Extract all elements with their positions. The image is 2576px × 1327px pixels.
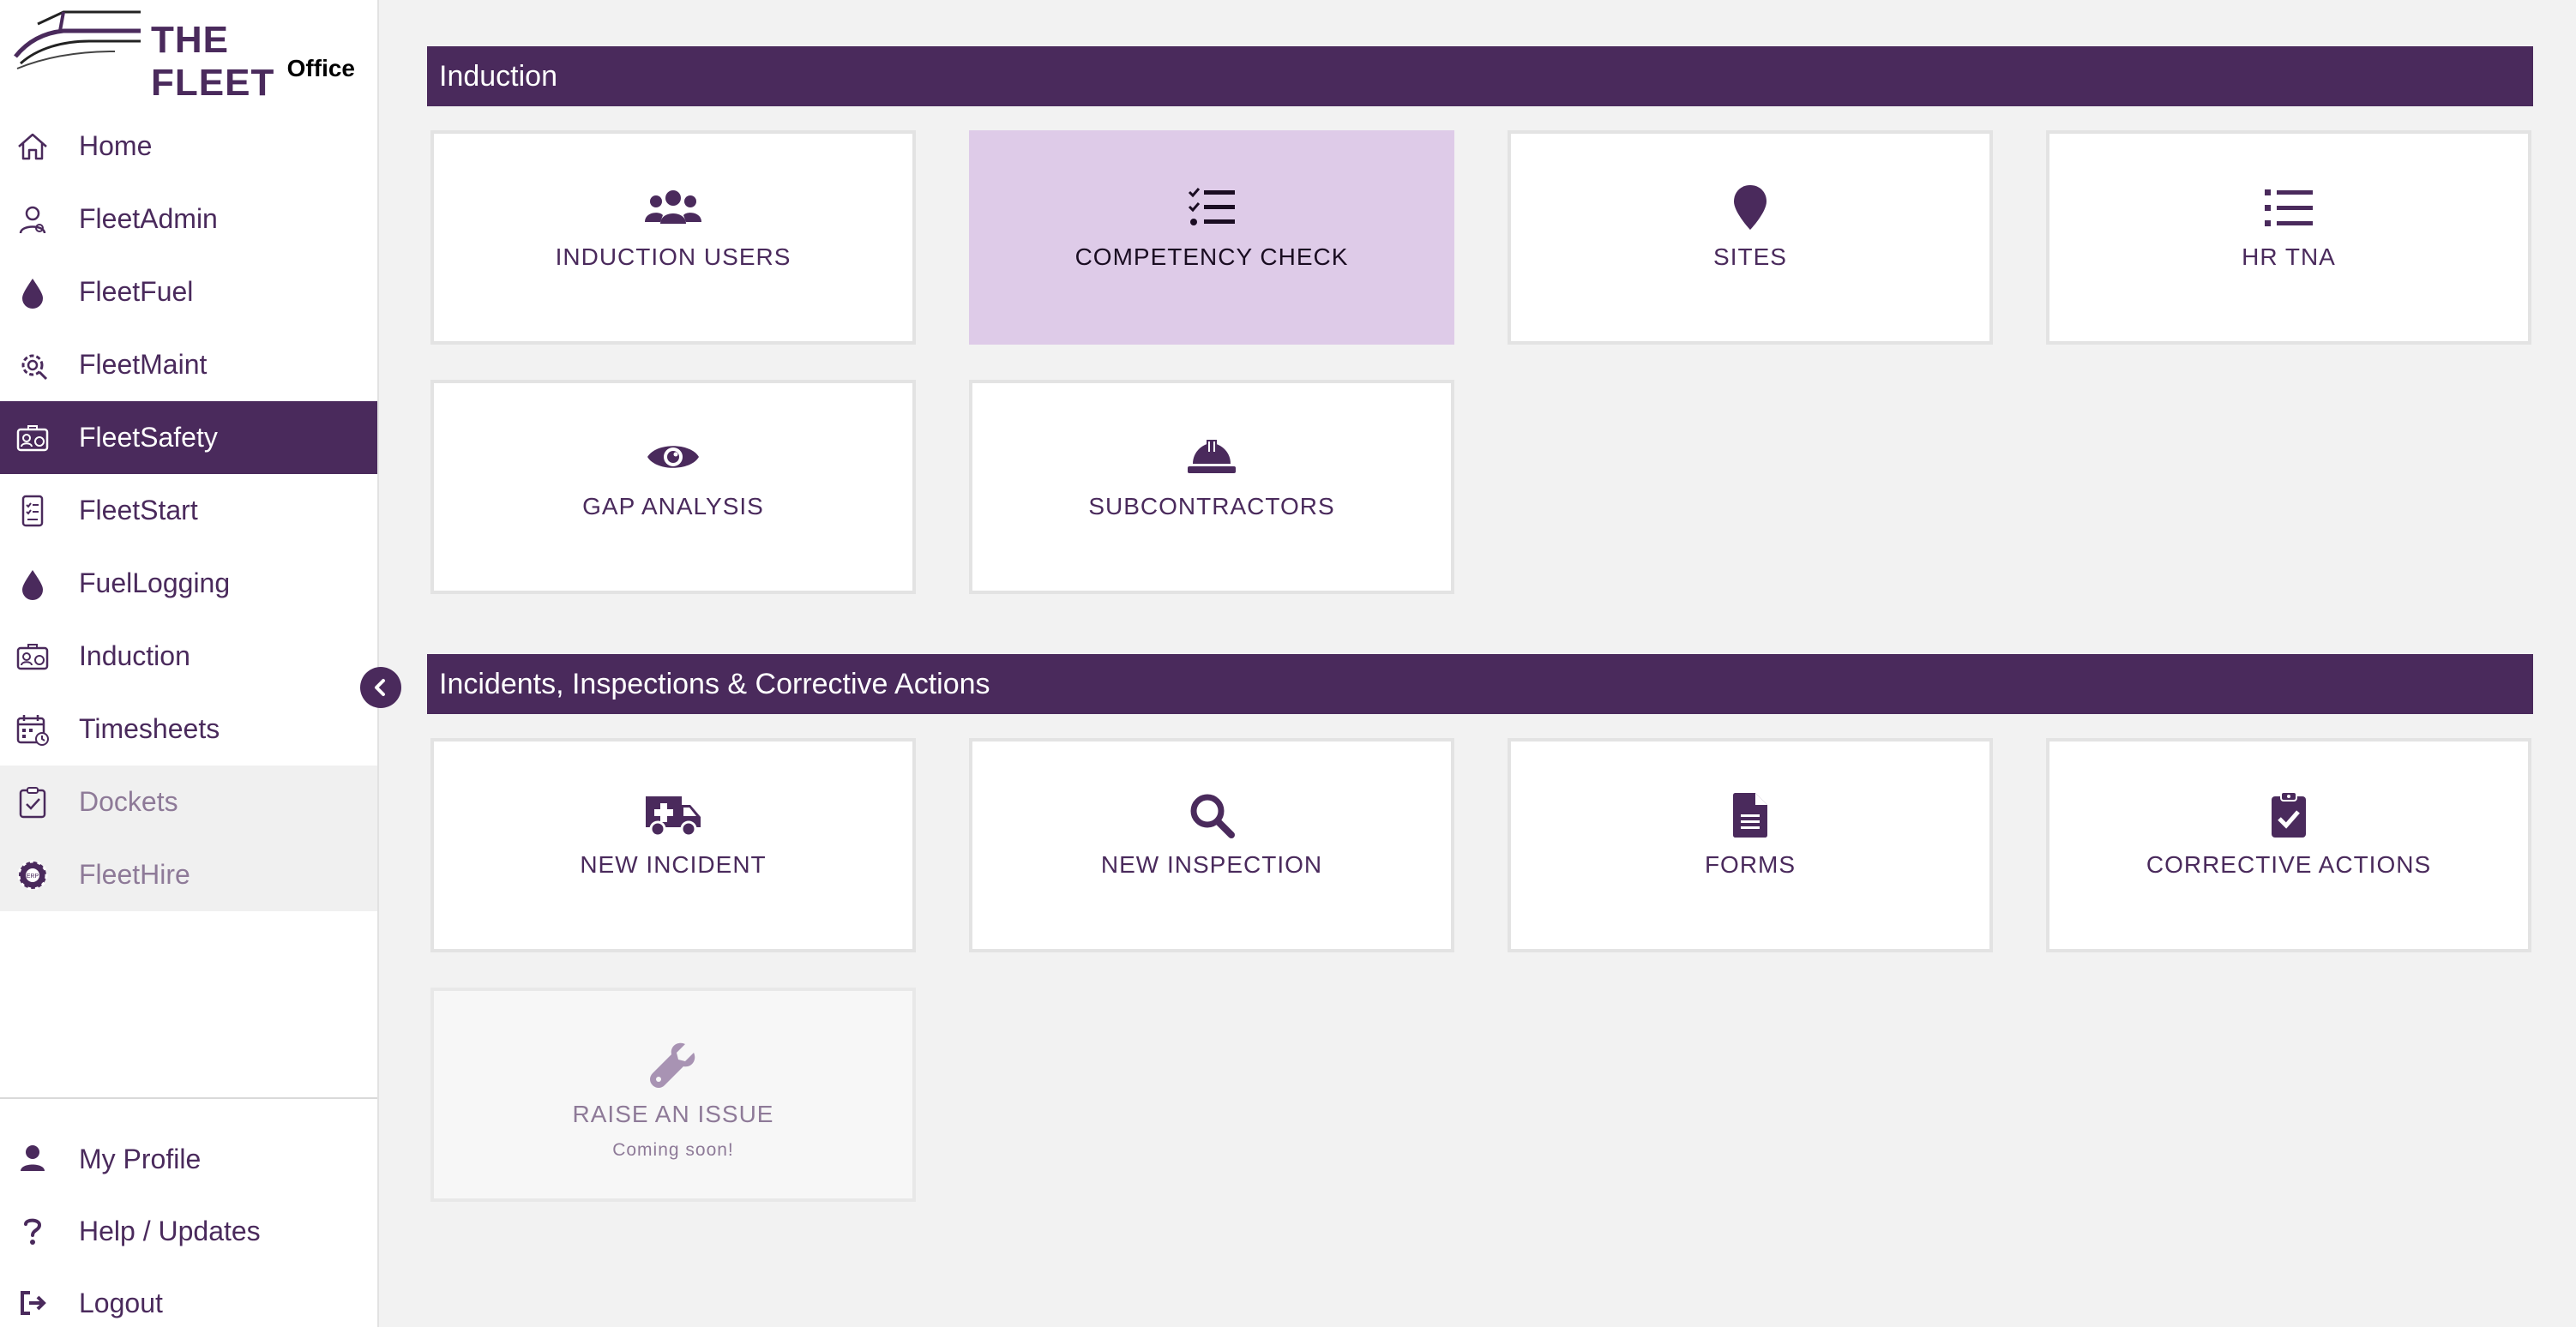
fuel-drop-icon (14, 565, 51, 603)
tile-label: COMPETENCY CHECK (1074, 243, 1349, 270)
sidebar-item-timesheets[interactable]: Timesheets (0, 693, 377, 766)
sidebar-item-label: Induction (79, 640, 190, 671)
tile-corrective-actions[interactable]: CORRECTIVE ACTIONS (2046, 738, 2531, 952)
sidebar-item-fleetfuel[interactable]: FleetFuel (0, 255, 377, 328)
tile-label: FORMS (1704, 851, 1797, 878)
sidebar-item-logout[interactable]: Logout (0, 1267, 377, 1327)
clipboard-check-icon (2270, 791, 2308, 839)
sidebar-item-label: FleetSafety (79, 422, 218, 453)
sidebar-item-my-profile[interactable]: My Profile (0, 1123, 377, 1195)
sidebar-item-label: FleetHire (79, 859, 190, 890)
sidebar-item-fuellogging[interactable]: FuelLogging (0, 547, 377, 620)
sidebar-item-label: Help / Updates (79, 1215, 261, 1246)
sign-out-icon (14, 1284, 51, 1322)
section-header-incidents: Incidents, Inspections & Corrective Acti… (427, 654, 2533, 714)
tile-subcontractors[interactable]: SUBCONTRACTORS (969, 380, 1454, 594)
ambulance-icon (644, 791, 702, 839)
sidebar-divider (0, 1097, 377, 1099)
list-icon (2265, 183, 2313, 231)
sidebar-item-fleethire[interactable]: ERP FleetHire (0, 838, 377, 911)
home-icon (14, 128, 51, 165)
sidebar-item-label: FleetStart (79, 495, 198, 525)
document-icon (1731, 791, 1769, 839)
admin-user-icon (14, 201, 51, 238)
erp-gear-icon: ERP (14, 856, 51, 894)
hard-hat-icon (1186, 433, 1237, 481)
tile-forms[interactable]: FORMS (1508, 738, 1993, 952)
tile-competency-check[interactable]: COMPETENCY CHECK (969, 130, 1454, 345)
mobile-checklist-icon (14, 492, 51, 530)
tile-label: NEW INCIDENT (580, 851, 767, 878)
tile-raise-an-issue[interactable]: RAISE AN ISSUE Coming soon! (430, 988, 916, 1202)
sidebar-item-label: Timesheets (79, 713, 220, 744)
search-icon (1189, 791, 1235, 839)
sidebar-item-home[interactable]: Home (0, 110, 377, 183)
brand-sub: Office (286, 55, 355, 81)
sidebar-item-label: Logout (79, 1287, 163, 1318)
tile-new-incident[interactable]: NEW INCIDENT (430, 738, 916, 952)
truck-logo-icon (14, 10, 141, 69)
tile-label: CORRECTIVE ACTIONS (2146, 851, 2432, 878)
sidebar-item-fleetmaint[interactable]: FleetMaint (0, 328, 377, 401)
tile-gap-analysis[interactable]: GAP ANALYSIS (430, 380, 916, 594)
fuel-drop-icon (14, 273, 51, 311)
tile-label: NEW INSPECTION (1100, 851, 1323, 878)
sidebar: THE FLEET Office Home FleetAdmin FleetFu… (0, 0, 379, 1327)
calendar-clock-icon (14, 711, 51, 748)
sidebar-item-label: FleetFuel (79, 276, 194, 307)
clipboard-check-icon (14, 784, 51, 821)
tile-label: GAP ANALYSIS (582, 493, 764, 519)
svg-text:ERP: ERP (27, 874, 39, 880)
eye-icon (646, 433, 701, 481)
sidebar-item-fleetsafety[interactable]: FleetSafety (0, 401, 377, 474)
id-card-icon (14, 638, 51, 676)
sidebar-item-help-updates[interactable]: Help / Updates (0, 1195, 377, 1267)
map-marker-icon (1732, 183, 1768, 231)
chevron-left-icon (375, 679, 385, 696)
sidebar-item-label: FleetMaint (79, 349, 208, 380)
sidebar-item-dockets[interactable]: Dockets (0, 766, 377, 838)
tile-induction-users[interactable]: INDUCTION USERS (430, 130, 916, 345)
tile-label: RAISE AN ISSUE (572, 1101, 774, 1127)
tile-hr-tna[interactable]: HR TNA (2046, 130, 2531, 345)
tile-label: HR TNA (2242, 243, 2336, 270)
sidebar-item-induction[interactable]: Induction (0, 620, 377, 693)
question-icon (14, 1212, 51, 1250)
sidebar-item-label: Dockets (79, 786, 178, 817)
user-icon (14, 1140, 51, 1178)
sidebar-item-label: Home (79, 130, 153, 161)
sidebar-item-label: FuelLogging (79, 567, 231, 598)
sidebar-item-fleetadmin[interactable]: FleetAdmin (0, 183, 377, 255)
tile-sites[interactable]: SITES (1508, 130, 1993, 345)
sidebar-item-fleetstart[interactable]: FleetStart (0, 474, 377, 547)
tile-new-inspection[interactable]: NEW INSPECTION (969, 738, 1454, 952)
collapse-sidebar-button[interactable] (360, 667, 401, 708)
section-header-induction: Induction (427, 46, 2533, 106)
sidebar-bottom-nav: My Profile Help / Updates Logout (0, 1123, 377, 1327)
users-icon (644, 183, 702, 231)
tile-label: SITES (1713, 243, 1787, 270)
sidebar-item-label: My Profile (79, 1143, 202, 1174)
sidebar-item-label: FleetAdmin (79, 203, 218, 234)
maintenance-gear-icon (14, 346, 51, 384)
tile-label: SUBCONTRACTORS (1088, 493, 1335, 519)
fleet-office-logo[interactable]: THE FLEET Office (12, 7, 355, 104)
checklist-icon (1188, 183, 1236, 231)
id-card-icon (14, 419, 51, 457)
sidebar-nav: Home FleetAdmin FleetFuel FleetMaint Fle… (0, 110, 377, 911)
wrench-icon (649, 1041, 697, 1089)
tile-sublabel: Coming soon! (612, 1140, 734, 1160)
tile-label: INDUCTION USERS (555, 243, 791, 270)
